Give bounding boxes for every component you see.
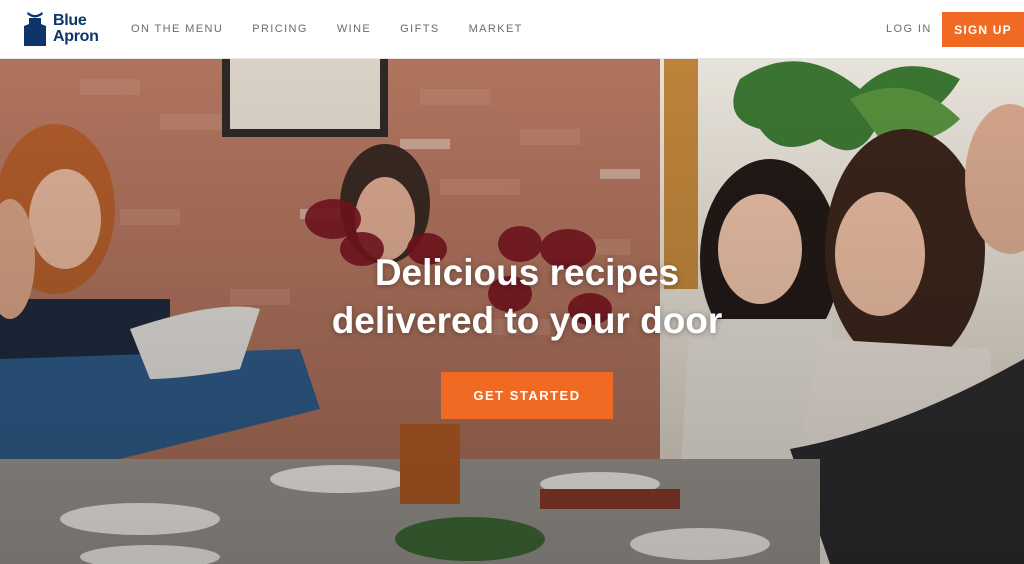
site-header: Blue Apron ON THE MENU PRICING WINE GIFT… xyxy=(0,0,1024,59)
logo-word-1: Blue xyxy=(53,12,87,29)
nav-wine[interactable]: WINE xyxy=(337,23,371,35)
nav-pricing[interactable]: PRICING xyxy=(252,23,308,35)
blue-apron-logo[interactable]: Blue Apron xyxy=(22,11,99,47)
logo-word-2: Apron xyxy=(53,28,99,45)
hero-headline-line-1: Delicious recipes xyxy=(374,252,680,293)
signup-button[interactable]: SIGN UP xyxy=(942,12,1024,47)
hero-headline-line-2: delivered to your door xyxy=(331,300,723,341)
hero-headline: Delicious recipes delivered to your door xyxy=(0,249,1024,345)
nav-gifts[interactable]: GIFTS xyxy=(400,23,439,35)
get-started-button[interactable]: GET STARTED xyxy=(441,372,613,419)
apron-logo-icon xyxy=(24,12,46,46)
main-nav: ON THE MENU PRICING WINE GIFTS MARKET xyxy=(131,23,552,35)
nav-on-the-menu[interactable]: ON THE MENU xyxy=(131,23,223,35)
logo-wordmark: Blue Apron xyxy=(53,13,99,45)
login-link[interactable]: LOG IN xyxy=(886,23,932,35)
hero-section: Delicious recipes delivered to your door… xyxy=(0,59,1024,564)
nav-market[interactable]: MARKET xyxy=(469,23,523,35)
